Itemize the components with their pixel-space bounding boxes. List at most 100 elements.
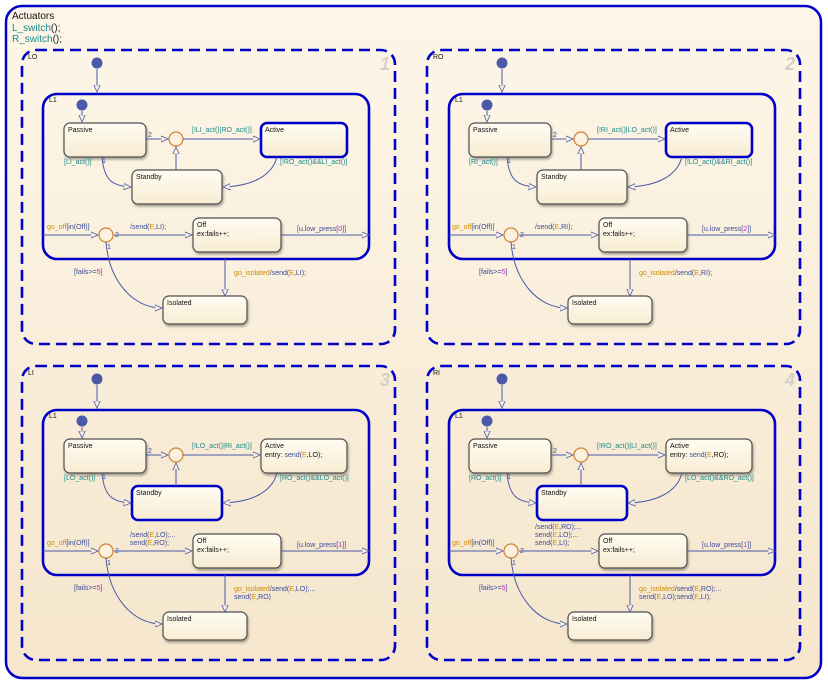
function-call-l-switch: L_switch(); — [12, 23, 60, 34]
action-junction-to-off: /send(E,LO);... — [130, 532, 176, 539]
execution-order-number: 3 — [380, 370, 390, 390]
state-isolated[interactable]: Isolated — [567, 295, 653, 325]
transition-order-label: 1 — [107, 560, 111, 567]
state-standby-title: Standby — [541, 490, 567, 497]
stateflow-chart: Actuators L_switch(); R_switch(); LO 1 L1 P… — [4, 4, 823, 680]
event-go-off: go_off[in(Off)] — [47, 224, 90, 231]
guard-fails: [fails>=5] — [479, 269, 507, 276]
state-passive[interactable]: Passive — [468, 438, 552, 474]
state-standby-title: Standby — [136, 490, 162, 497]
transition-order-label: 1 — [512, 560, 516, 567]
state-active[interactable]: Active entry: send(E,LO); — [260, 438, 348, 474]
event-go-off: go_off[in(Off)] — [452, 224, 495, 231]
guard-active-to-standby: [RO_act()&&LO_act()] — [280, 475, 349, 482]
guard-junction-to-active: [!LO_act()|RI_act()] — [192, 443, 252, 450]
state-active-title: Active — [670, 443, 689, 450]
transition-order-label: 1 — [102, 474, 106, 481]
state-off[interactable]: Off ex:fails++; — [192, 533, 282, 569]
state-standby[interactable]: Standby — [535, 484, 629, 522]
state-standby[interactable]: Standby — [130, 484, 224, 522]
guard-fails: [fails>=5] — [74, 585, 102, 592]
state-off-title: Off — [197, 538, 206, 545]
execution-order-number: 1 — [380, 54, 390, 74]
state-standby[interactable]: Standby — [131, 169, 223, 205]
guard-off-exit: [u.low_press[2]] — [702, 226, 751, 233]
state-passive[interactable]: Passive — [63, 438, 147, 474]
action-go-isolated: send(E,LO);send(E,LI); — [639, 594, 711, 601]
default-transition-dot[interactable] — [91, 373, 103, 385]
state-isolated[interactable]: Isolated — [162, 295, 248, 325]
state-isolated[interactable]: Isolated — [567, 611, 653, 641]
guard-active-to-standby: [!LO_act()&&RI_act()] — [685, 159, 752, 166]
guard-off-exit: [u.low_press[0]] — [297, 226, 346, 233]
action-go-isolated: go_isolated/send(E,LO);... — [234, 586, 315, 593]
junction-connective-off[interactable] — [98, 227, 114, 243]
state-passive[interactable]: Passive — [63, 122, 147, 158]
junction-connective-off[interactable] — [503, 543, 519, 559]
function-call-r-switch: R_switch(); — [12, 34, 62, 45]
state-active-title: Active — [670, 127, 689, 134]
junction-connective[interactable] — [168, 131, 184, 147]
action-junction-to-off: send(E,LI); — [535, 540, 569, 547]
inner-default-transition-dot[interactable] — [481, 99, 493, 111]
event-go-off: go_off[in(Off)] — [47, 540, 90, 547]
state-passive-title: Passive — [473, 127, 498, 134]
state-off-body: ex:fails++; — [603, 231, 635, 238]
state-active-entry-action: entry: send(E,LO); — [265, 452, 322, 459]
state-isolated-title: Isolated — [572, 300, 597, 307]
action-junction-to-off: send(E,LO);... — [535, 532, 579, 539]
state-isolated[interactable]: Isolated — [162, 611, 248, 641]
guard-passive-to-standby: [LO_act()] — [64, 475, 95, 482]
parallel-state-label: RI — [433, 370, 440, 377]
junction-connective[interactable] — [573, 447, 589, 463]
state-passive[interactable]: Passive — [468, 122, 552, 158]
guard-active-to-standby: [LO_act()&&RO_act()] — [685, 475, 754, 482]
state-standby-title: Standby — [136, 174, 162, 181]
state-active[interactable]: Active — [259, 121, 349, 159]
actuators-title: Actuators — [12, 11, 54, 22]
state-passive-title: Passive — [473, 443, 498, 450]
state-off[interactable]: Off ex:fails++; — [598, 217, 688, 253]
state-standby-title: Standby — [541, 174, 567, 181]
state-off[interactable]: Off ex:fails++; — [192, 217, 282, 253]
inner-default-transition-dot[interactable] — [76, 99, 88, 111]
guard-off-exit: [u.low_press[1]] — [297, 542, 346, 549]
guard-passive-to-standby: [RI_act()] — [469, 159, 498, 166]
junction-connective[interactable] — [573, 131, 589, 147]
guard-passive-to-standby: [RO_act()] — [469, 475, 501, 482]
transition-order-label: 1 — [507, 158, 511, 165]
inner-default-transition-dot[interactable] — [76, 415, 88, 427]
parallel-state-label: RO — [433, 54, 444, 61]
state-isolated-title: Isolated — [167, 616, 192, 623]
junction-connective[interactable] — [168, 447, 184, 463]
state-off-body: ex:fails++; — [197, 547, 229, 554]
state-off[interactable]: Off ex:fails++; — [598, 533, 688, 569]
action-junction-to-off: /send(E,LI); — [130, 224, 166, 231]
event-go-off: go_off[in(Off)] — [452, 540, 495, 547]
transition-order-label: 1 — [107, 244, 111, 251]
action-junction-to-off: send(E,RO); — [130, 540, 169, 547]
state-passive-title: Passive — [68, 127, 93, 134]
actuators-state[interactable] — [4, 4, 823, 680]
state-active[interactable]: Active entry: send(E,RO); — [665, 438, 753, 474]
state-off-title: Off — [603, 538, 612, 545]
default-transition-dot[interactable] — [496, 373, 508, 385]
state-off-body: ex:fails++; — [603, 547, 635, 554]
transition-order-label: 2 — [553, 132, 557, 139]
transition-order-label: 2 — [553, 448, 557, 455]
state-active[interactable]: Active — [664, 121, 754, 159]
junction-connective-off[interactable] — [98, 543, 114, 559]
default-transition-dot[interactable] — [91, 57, 103, 69]
default-transition-dot[interactable] — [496, 57, 508, 69]
transition-order-label: 1 — [507, 474, 511, 481]
state-standby[interactable]: Standby — [536, 169, 628, 205]
inner-default-transition-dot[interactable] — [481, 415, 493, 427]
state-active-title: Active — [265, 127, 284, 134]
state-isolated-title: Isolated — [167, 300, 192, 307]
junction-connective-off[interactable] — [503, 227, 519, 243]
state-passive-title: Passive — [68, 443, 93, 450]
state-off-title: Off — [197, 222, 206, 229]
guard-active-to-standby: [!RO_act()&&LI_act()] — [280, 159, 347, 166]
action-junction-to-off: /send(E,RO);... — [535, 524, 582, 531]
parallel-state-label: LI — [28, 370, 34, 377]
